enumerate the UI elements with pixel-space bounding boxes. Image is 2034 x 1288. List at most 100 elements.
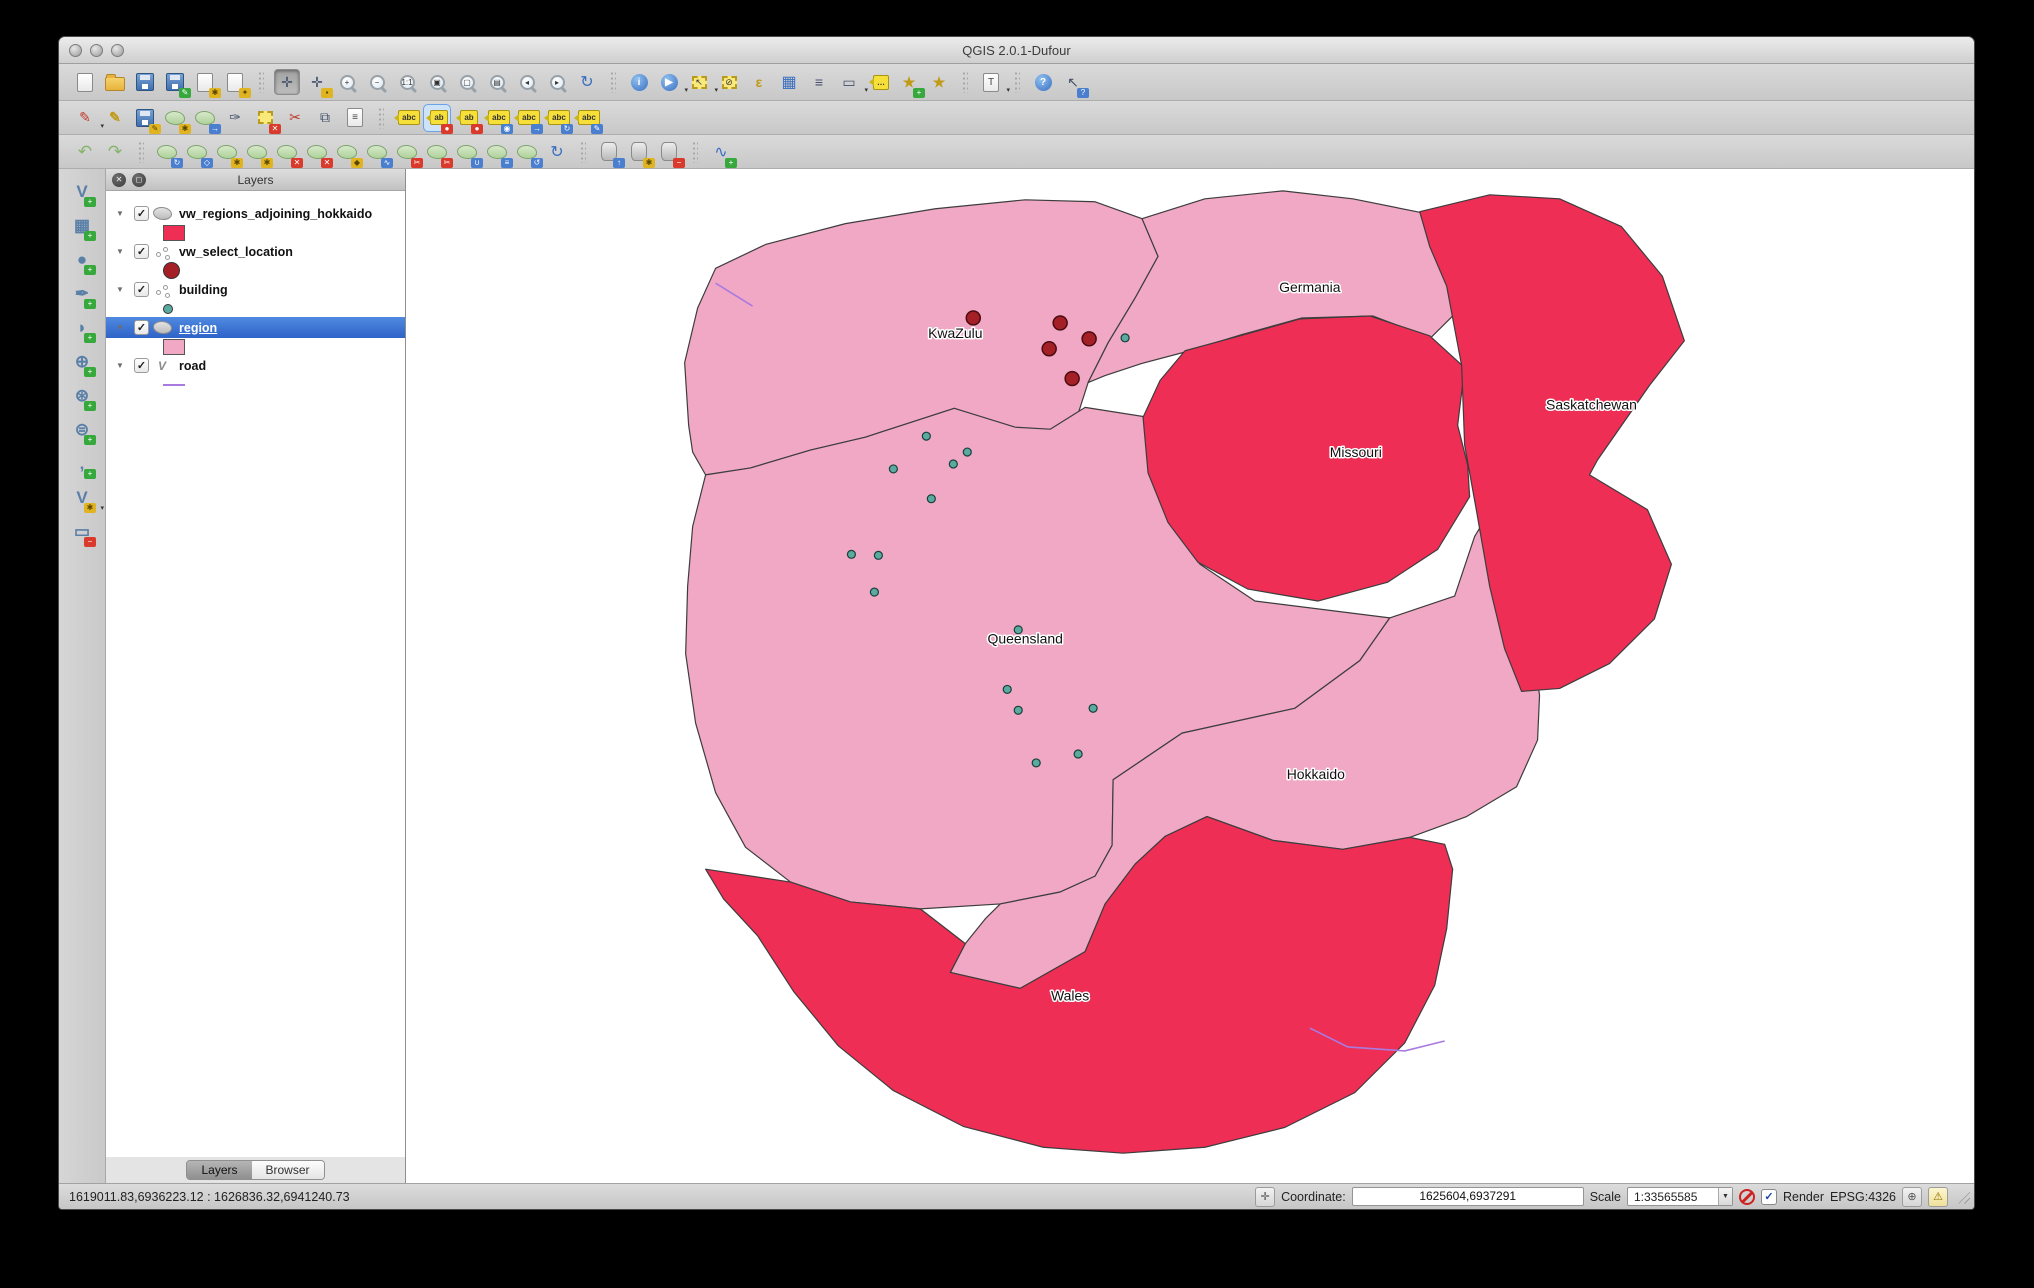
labeling-button[interactable]: abc bbox=[394, 105, 420, 131]
add-feature-button[interactable]: ✱ bbox=[162, 105, 191, 134]
close-button[interactable] bbox=[69, 43, 82, 57]
stop-render-icon[interactable] bbox=[1738, 1188, 1755, 1205]
layer-visibility-checkbox[interactable]: ✓ bbox=[134, 358, 149, 373]
delete-part-button[interactable]: ✕ bbox=[304, 139, 333, 168]
refresh-map-button[interactable]: ↻ bbox=[574, 69, 600, 95]
run-feature-action-button[interactable]: ▶ ▾ bbox=[656, 69, 688, 95]
add-mssql-layer-button[interactable]: ◗ + bbox=[66, 313, 98, 343]
render-checkbox[interactable]: ✓ bbox=[1760, 1188, 1777, 1205]
messages-warning-icon[interactable]: ⚠ bbox=[1928, 1186, 1948, 1207]
crs-globe-icon[interactable]: ⊕ bbox=[1902, 1186, 1922, 1207]
text-annotation-dropdown-icon[interactable]: ▾ bbox=[1006, 86, 1010, 94]
zoom-last-button[interactable]: ◂ bbox=[514, 69, 540, 95]
select-features-button[interactable]: ↖ ▾ bbox=[686, 69, 718, 95]
add-vector-layer-button[interactable]: V + bbox=[66, 177, 98, 207]
rotate-feature-button[interactable]: ↻ bbox=[154, 139, 183, 168]
extent-toggle-icon[interactable]: ✛ bbox=[1255, 1186, 1276, 1207]
zoom-full-extent-button[interactable]: ▣ bbox=[424, 69, 450, 95]
help-contents-button[interactable]: ? bbox=[1030, 69, 1056, 95]
save-project-as-button[interactable]: ✎ bbox=[162, 69, 191, 98]
zoom-actual-size-button[interactable]: 1:1 bbox=[394, 69, 420, 95]
select-location-point[interactable] bbox=[1052, 315, 1068, 331]
offset-curve-button[interactable]: ∿ bbox=[364, 139, 393, 168]
measure-button[interactable]: ▭ ▾ bbox=[836, 69, 868, 95]
add-delimited-text-layer-button[interactable]: , + bbox=[66, 449, 98, 479]
panel-tab-browser[interactable]: Browser bbox=[251, 1161, 324, 1179]
refresh-edits-button[interactable]: ↻ bbox=[544, 139, 570, 165]
simplify-feature-button[interactable]: ◇ bbox=[184, 139, 213, 168]
layer-item-region[interactable]: ▼ ✓ region bbox=[106, 317, 405, 338]
merge-features-button[interactable]: ∪ bbox=[454, 139, 483, 168]
toggle-editing-button[interactable]: ✎ bbox=[102, 105, 128, 131]
zoom-in-button[interactable]: + bbox=[334, 69, 360, 95]
statistical-summary-button[interactable]: ≡ bbox=[806, 69, 832, 95]
select-location-point[interactable] bbox=[1081, 331, 1097, 347]
add-part-button[interactable]: ✱ bbox=[244, 139, 273, 168]
layer-visibility-checkbox[interactable]: ✓ bbox=[134, 206, 149, 221]
save-layer-edits-button[interactable]: ✎ bbox=[132, 105, 161, 134]
zoom-to-selection-button[interactable]: ▢ bbox=[454, 69, 480, 95]
layer-item-vw_select_location[interactable]: ▼ ✓ vw_select_location bbox=[106, 241, 405, 262]
expand-arrow-icon[interactable]: ▼ bbox=[114, 361, 126, 370]
zoom-to-layer-button[interactable]: ▤ bbox=[484, 69, 510, 95]
split-parts-button[interactable]: ✂ bbox=[424, 139, 453, 168]
resize-grip[interactable] bbox=[1956, 1189, 1970, 1204]
building-point[interactable] bbox=[962, 447, 972, 457]
select-by-expression-button[interactable]: ε bbox=[746, 69, 772, 95]
pan-to-selection-button[interactable]: ✛ ▪ bbox=[304, 69, 333, 98]
zoom-window-button[interactable] bbox=[111, 43, 124, 57]
add-raster-layer-button[interactable]: ▦ + bbox=[66, 211, 98, 241]
building-point[interactable] bbox=[1088, 703, 1098, 713]
cut-features-button[interactable]: ✂ bbox=[282, 105, 308, 131]
move-feature-button[interactable]: → bbox=[192, 105, 221, 134]
building-point[interactable] bbox=[1073, 749, 1083, 759]
open-attribute-table-button[interactable]: ▦ bbox=[776, 69, 802, 95]
expand-arrow-icon[interactable]: ▼ bbox=[114, 247, 126, 256]
label-pinned-button[interactable]: ab ● bbox=[423, 103, 453, 134]
select-location-point[interactable] bbox=[1041, 341, 1057, 357]
building-point[interactable] bbox=[921, 431, 931, 441]
new-project-button[interactable] bbox=[72, 69, 98, 95]
undo-button[interactable]: ↶ bbox=[72, 139, 98, 165]
save-project-button[interactable] bbox=[132, 69, 158, 95]
open-project-button[interactable] bbox=[102, 69, 128, 95]
building-point[interactable] bbox=[948, 459, 958, 469]
building-point[interactable] bbox=[1002, 684, 1012, 694]
new-print-composer-button[interactable]: ✱ bbox=[192, 69, 221, 98]
add-ring-button[interactable]: ✱ bbox=[214, 139, 243, 168]
add-spatialite-layer-button[interactable]: ✒ + bbox=[66, 279, 98, 309]
panel-close-icon[interactable]: ✕ bbox=[112, 172, 126, 187]
map-tips-button[interactable]: … bbox=[866, 69, 892, 95]
add-wms-layer-button[interactable]: ⊕ + bbox=[66, 347, 98, 377]
panel-tab-layers[interactable]: Layers bbox=[187, 1161, 252, 1179]
coordinate-input[interactable]: 1625604,6937291 bbox=[1351, 1187, 1584, 1206]
export-layer-from-db-button[interactable]: ✱ bbox=[626, 139, 655, 168]
expand-arrow-icon[interactable]: ▼ bbox=[114, 285, 126, 294]
identify-features-button[interactable]: i bbox=[626, 69, 652, 95]
scale-combobox[interactable]: 1:33565585 ▼ bbox=[1626, 1187, 1733, 1206]
remove-layer-button[interactable]: ▭ − bbox=[66, 517, 98, 547]
layer-visibility-checkbox[interactable]: ✓ bbox=[134, 282, 149, 297]
remove-db-table-button[interactable]: − bbox=[656, 139, 685, 168]
text-annotation-button[interactable]: T ▾ bbox=[978, 69, 1010, 95]
node-tool-button[interactable]: ✑ bbox=[222, 105, 248, 131]
minimize-button[interactable] bbox=[90, 43, 103, 57]
new-shapefile-layer-dropdown-icon[interactable]: ▾ bbox=[100, 504, 104, 512]
label-move-button[interactable]: abc → bbox=[514, 105, 543, 134]
label-pin-button[interactable]: ab ● bbox=[454, 105, 483, 134]
select-location-point[interactable] bbox=[1064, 370, 1080, 387]
scale-dropdown-icon[interactable]: ▼ bbox=[1717, 1188, 1732, 1205]
layer-visibility-checkbox[interactable]: ✓ bbox=[134, 320, 149, 335]
add-postgis-layer-button[interactable]: ● + bbox=[66, 245, 98, 275]
building-point[interactable] bbox=[888, 464, 898, 474]
composer-manager-button[interactable]: ✦ bbox=[222, 69, 251, 98]
deselect-all-button[interactable]: ⊘ bbox=[716, 69, 742, 95]
select-location-point[interactable] bbox=[965, 310, 982, 326]
expand-arrow-icon[interactable]: ▼ bbox=[114, 323, 126, 332]
label-properties-button[interactable]: abc ✎ bbox=[574, 105, 603, 134]
show-bookmarks-button[interactable]: ★ bbox=[926, 69, 952, 95]
copy-features-button[interactable]: ⧉ bbox=[312, 105, 338, 131]
building-point[interactable] bbox=[926, 494, 936, 504]
paste-features-button[interactable]: ≡ bbox=[342, 105, 368, 131]
label-show-hide-button[interactable]: abc ◉ bbox=[484, 105, 513, 134]
